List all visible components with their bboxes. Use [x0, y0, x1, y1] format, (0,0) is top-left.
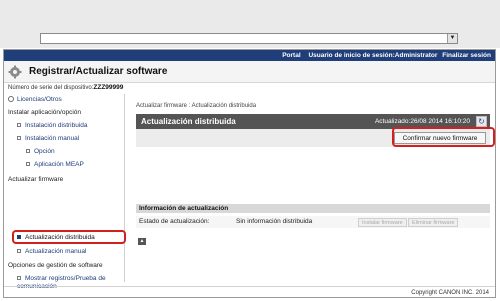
bullet-icon — [17, 249, 21, 254]
sidebar-heading-update: Actualizar firmware — [8, 176, 64, 183]
sidebar-item-update-manual[interactable]: Actualización manual — [17, 248, 86, 255]
bullet-icon — [17, 136, 21, 141]
install-firmware-button[interactable]: Instalar firmware — [358, 218, 407, 227]
copyright: Copyright CANON INC. 2014 — [411, 290, 489, 296]
panel-title: Actualización distribuida — [141, 117, 236, 126]
delete-firmware-button[interactable]: Eliminar firmware — [408, 218, 459, 227]
refresh-icon[interactable]: ↻ — [476, 116, 487, 127]
sidebar-item-label: Instalación manual — [25, 135, 80, 142]
portal-link[interactable]: Portal — [282, 52, 300, 59]
address-dropdown[interactable]: ▼ — [40, 33, 458, 44]
login-user-label: Usuario de inicio de sesión:Administrato… — [308, 52, 438, 59]
serial-number: Número de serie del dispositivo:ZZZ99999 — [8, 84, 123, 91]
circle-arrow-icon — [8, 96, 14, 103]
sidebar-heading-install: Instalar aplicación/opción — [8, 109, 81, 116]
sidebar-item-label: Opción — [34, 148, 55, 155]
update-status-row: Estado de actualización: Sin información… — [136, 216, 490, 228]
serial-value: ZZZ99999 — [93, 84, 124, 91]
sidebar-item-install-distributed[interactable]: Instalación distribuida — [17, 122, 88, 129]
button-highlight — [392, 127, 495, 147]
bullet-icon — [26, 149, 30, 154]
page-title: Registrar/Actualizar software — [29, 66, 168, 77]
sidebar-item-label: Licencias/Otros — [17, 96, 62, 103]
sidebar-item-licenses[interactable]: Licencias/Otros — [8, 96, 62, 103]
sidebar-item-label: Aplicación MEAP — [34, 161, 84, 168]
status-value: Sin información distribuida — [236, 218, 313, 225]
breadcrumb: Actualizar firmware : Actualización dist… — [136, 103, 257, 109]
bullet-icon — [26, 162, 30, 167]
sidebar-item-install-manual[interactable]: Instalación manual — [17, 135, 79, 142]
info-heading: Información de actualización — [136, 204, 490, 213]
gear-icon — [8, 65, 22, 79]
sidebar-item-update-distributed[interactable]: Actualización distribuida — [17, 234, 95, 241]
main-content: Actualizar firmware : Actualización dist… — [126, 94, 495, 282]
sidebar-item-meap-app[interactable]: Aplicación MEAP — [26, 161, 84, 168]
sidebar-item-label: Instalación distribuida — [25, 122, 88, 129]
bullet-selected-icon — [17, 235, 21, 240]
sidebar: Licencias/Otros Instalar aplicación/opci… — [4, 94, 126, 290]
logout-link[interactable]: Finalizar sesión — [442, 52, 491, 59]
bullet-icon — [17, 123, 21, 128]
top-bar: Portal Usuario de inicio de sesión:Admin… — [4, 50, 495, 61]
serial-label: Número de serie del dispositivo: — [8, 85, 94, 91]
page-top-icon[interactable]: ▲ — [138, 238, 146, 245]
footer: Copyright CANON INC. 2014 — [4, 286, 495, 297]
sidebar-item-label: Actualización manual — [25, 248, 87, 255]
app-frame: Portal Usuario de inicio de sesión:Admin… — [3, 49, 496, 298]
bullet-icon — [17, 276, 21, 281]
sidebar-item-label: Actualización distribuida — [25, 234, 95, 241]
status-label: Estado de actualización: — [139, 218, 210, 225]
browser-chrome: ▼ — [0, 0, 500, 48]
sidebar-heading-mgmt: Opciones de gestión de software — [8, 262, 103, 269]
dropdown-arrow-icon[interactable]: ▼ — [447, 34, 457, 43]
title-bar: Registrar/Actualizar software — [4, 61, 495, 83]
sidebar-item-option[interactable]: Opción — [26, 148, 55, 155]
updated-timestamp: Actualizado:26/08 2014 16:10:20 — [374, 118, 470, 125]
